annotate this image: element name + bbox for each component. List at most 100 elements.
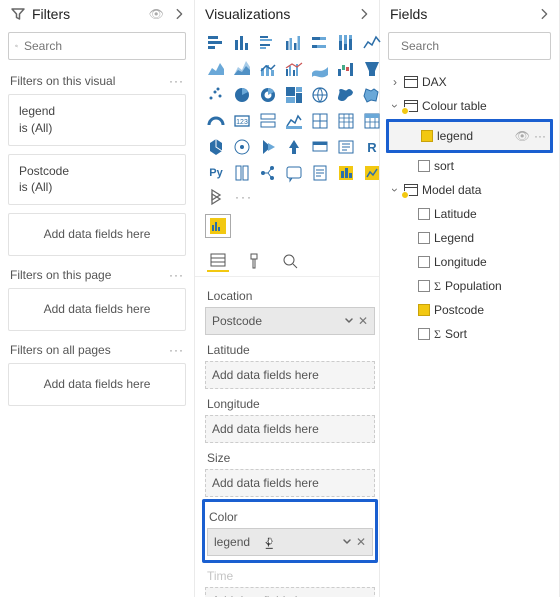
table-dax[interactable]: › DAX	[386, 70, 553, 94]
viz-preview-thumb[interactable]	[205, 214, 231, 238]
well-color-label: Color	[207, 504, 373, 528]
well-latitude[interactable]: Add data fields here	[205, 361, 375, 389]
checkbox-icon[interactable]	[418, 280, 430, 292]
checkbox-icon[interactable]	[418, 160, 430, 172]
field-model-legend[interactable]: Legend	[386, 226, 553, 250]
viz-100-column-icon[interactable]	[335, 32, 357, 54]
more-icon[interactable]: ···	[235, 190, 253, 204]
viz-line-column-icon[interactable]	[257, 58, 279, 80]
viz-area-icon[interactable]	[205, 58, 227, 80]
viz-powerapps-icon[interactable]	[257, 136, 279, 158]
well-location[interactable]: Postcode ✕	[205, 307, 375, 335]
viz-pie-icon[interactable]	[231, 84, 253, 106]
viz-table-icon[interactable]	[335, 110, 357, 132]
chevron-down-icon: ›	[388, 185, 402, 195]
filters-all-label: Filters on all pages	[10, 343, 169, 357]
viz-waterfall-icon[interactable]	[335, 58, 357, 80]
more-icon[interactable]: ···	[169, 268, 186, 282]
filter-page-dropzone[interactable]: Add data fields here	[8, 288, 186, 331]
fields-tab[interactable]	[207, 250, 229, 272]
checkbox-icon[interactable]	[421, 130, 433, 142]
viz-map-icon[interactable]	[309, 84, 331, 106]
field-postcode[interactable]: Postcode	[386, 298, 553, 322]
viz-filled-map-icon[interactable]	[335, 84, 357, 106]
chevron-down-icon[interactable]	[344, 316, 354, 326]
viz-azure-map-icon[interactable]	[205, 136, 227, 158]
eye-icon[interactable]: 👁	[149, 7, 164, 21]
fields-search[interactable]	[388, 32, 551, 60]
analytics-tab[interactable]	[279, 250, 301, 272]
more-icon[interactable]: ···	[169, 74, 186, 88]
filter-card-legend[interactable]: legend is (All)	[8, 94, 186, 146]
viz-slicer-icon[interactable]	[309, 110, 331, 132]
viz-narrative-icon[interactable]	[283, 162, 305, 184]
viz-python-icon[interactable]: Py	[205, 162, 227, 184]
viz-key-influencers-icon[interactable]	[231, 162, 253, 184]
viz-stacked-column-icon[interactable]	[231, 32, 253, 54]
table-model[interactable]: › Model data	[386, 178, 553, 202]
viz-stacked-bar-icon[interactable]	[205, 32, 227, 54]
checkbox-icon[interactable]	[418, 328, 430, 340]
viz-treemap-icon[interactable]	[283, 84, 305, 106]
more-icon[interactable]: ···	[169, 343, 186, 357]
eye-icon[interactable]: 👁	[515, 129, 530, 143]
table-colour[interactable]: › Colour table	[386, 94, 553, 118]
filter-visual-dropzone[interactable]: Add data fields here	[8, 213, 186, 256]
viz-get-more-icon[interactable]	[205, 186, 227, 208]
remove-icon[interactable]: ✕	[356, 535, 366, 549]
viz-clustered-bar-icon[interactable]	[257, 32, 279, 54]
viz-gauge-icon[interactable]	[205, 110, 227, 132]
viz-arrow-icon[interactable]	[283, 136, 305, 158]
field-legend[interactable]: legend 👁 ···	[389, 122, 550, 150]
field-latitude[interactable]: Latitude	[386, 202, 553, 226]
well-time[interactable]: Add data fields here	[205, 587, 375, 597]
viz-arcgis-icon[interactable]	[231, 136, 253, 158]
field-population[interactable]: Σ Population	[386, 274, 553, 298]
checkbox-icon[interactable]	[418, 232, 430, 244]
well-color[interactable]: legend ✕	[207, 528, 373, 556]
viz-paginated-icon[interactable]	[309, 162, 331, 184]
format-tab[interactable]	[243, 250, 265, 272]
filter-all-dropzone[interactable]: Add data fields here	[8, 363, 186, 406]
viz-gallery: 123 R Py	[195, 28, 379, 186]
viz-decomp-icon[interactable]	[335, 136, 357, 158]
viz-multirow-card-icon[interactable]	[257, 110, 279, 132]
fields-title: Fields	[390, 6, 537, 22]
viz-decomp-tree-icon[interactable]	[257, 162, 279, 184]
viz-scatter-icon[interactable]	[205, 84, 227, 106]
checkbox-icon[interactable]	[418, 304, 430, 316]
chevron-down-icon[interactable]	[342, 537, 352, 547]
filters-search-input[interactable]	[24, 39, 179, 53]
viz-line-clustered-icon[interactable]	[283, 58, 305, 80]
filters-page-label: Filters on this page	[10, 268, 169, 282]
chevron-right-icon[interactable]	[172, 7, 186, 21]
viz-100-bar-icon[interactable]	[309, 32, 331, 54]
well-size[interactable]: Add data fields here	[205, 469, 375, 497]
more-icon[interactable]: ···	[534, 129, 546, 143]
cursor-icon	[264, 536, 278, 550]
filter-card-postcode[interactable]: Postcode is (All)	[8, 154, 186, 206]
viz-qna-icon[interactable]	[309, 136, 331, 158]
highlight-color-well: Color legend ✕	[202, 499, 378, 563]
remove-icon[interactable]: ✕	[358, 314, 368, 328]
field-sort[interactable]: Σ Sort	[386, 322, 553, 346]
viz-custom1-icon[interactable]	[335, 162, 357, 184]
viz-clustered-column-icon[interactable]	[283, 32, 305, 54]
viz-ribbon-icon[interactable]	[309, 58, 331, 80]
fields-search-input[interactable]	[401, 39, 556, 53]
sigma-icon: Σ	[434, 327, 441, 342]
field-longitude[interactable]: Longitude	[386, 250, 553, 274]
viz-kpi-icon[interactable]	[283, 110, 305, 132]
viz-stacked-area-icon[interactable]	[231, 58, 253, 80]
filters-visual-label: Filters on this visual	[10, 74, 169, 88]
well-longitude[interactable]: Add data fields here	[205, 415, 375, 443]
chevron-right-icon[interactable]	[357, 7, 371, 21]
checkbox-icon[interactable]	[418, 208, 430, 220]
filters-search[interactable]	[8, 32, 186, 60]
viz-card-icon[interactable]: 123	[231, 110, 253, 132]
checkbox-icon[interactable]	[418, 256, 430, 268]
field-colour-sort[interactable]: sort	[386, 154, 553, 178]
viz-donut-icon[interactable]	[257, 84, 279, 106]
chevron-right-icon[interactable]	[537, 7, 551, 21]
chevron-right-icon: ›	[390, 75, 400, 89]
